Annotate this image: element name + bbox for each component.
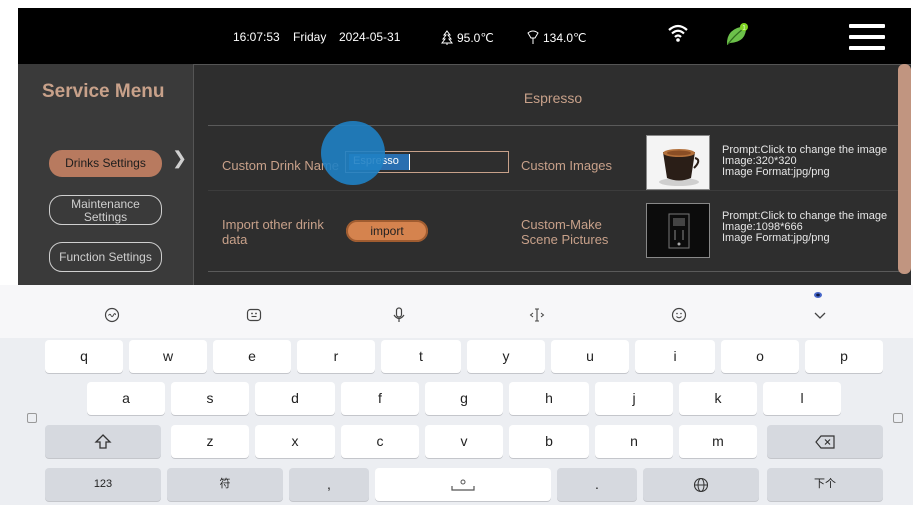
key-p[interactable]: p xyxy=(805,340,883,373)
service-sidebar: Service Menu Drinks Settings ❯ Maintenan… xyxy=(18,64,193,285)
key-n[interactable]: n xyxy=(595,425,673,458)
key-o[interactable]: o xyxy=(721,340,799,373)
hint-format: Image Format:jpg/png xyxy=(722,166,830,178)
cursor-move-icon[interactable] xyxy=(527,305,547,325)
hint-format: Image Format:jpg/png xyxy=(722,232,830,244)
key-m[interactable]: m xyxy=(679,425,757,458)
steam-temp-value: 134.0℃ xyxy=(543,31,587,45)
sidebar-item-function-settings[interactable]: Function Settings xyxy=(49,242,162,272)
shift-icon xyxy=(94,434,112,449)
key-u[interactable]: u xyxy=(551,340,629,373)
key-r[interactable]: r xyxy=(297,340,375,373)
microphone-icon[interactable] xyxy=(389,305,409,325)
screen: 16:07:53 Friday 2024-05-31 95.0℃ 134.0℃ xyxy=(0,0,913,505)
keyboard-brand-icon xyxy=(814,292,822,298)
scene-pictures-hint: Prompt:Click to change the image Image:1… xyxy=(722,211,887,244)
key-f[interactable]: f xyxy=(341,382,419,415)
backspace-key[interactable] xyxy=(767,425,883,458)
boiler-temp-icon xyxy=(441,30,453,45)
onscreen-keyboard: q w e r t y u i o p a s d f g h j k l z … xyxy=(0,285,913,505)
key-x[interactable]: x xyxy=(255,425,335,458)
key-g[interactable]: g xyxy=(425,382,503,415)
symbols-key[interactable]: 符 xyxy=(167,468,283,501)
key-j[interactable]: j xyxy=(595,382,673,415)
handwriting-icon[interactable] xyxy=(102,305,122,325)
key-z[interactable]: z xyxy=(171,425,249,458)
collapse-chevron-icon[interactable] xyxy=(810,305,830,325)
divider xyxy=(208,125,908,126)
divider xyxy=(208,271,908,272)
leaf-icon[interactable]: 1 xyxy=(724,22,750,48)
smiley-icon[interactable] xyxy=(669,305,689,325)
comma-key[interactable]: , xyxy=(289,468,369,501)
drink-settings-panel: Espresso Custom Drink Name Espresso Cust… xyxy=(193,64,911,285)
space-icon xyxy=(451,479,475,491)
key-k[interactable]: k xyxy=(679,382,757,415)
hamburger-menu-icon[interactable] xyxy=(849,24,885,52)
numbers-key[interactable]: 123 xyxy=(45,468,161,501)
key-v[interactable]: v xyxy=(425,425,503,458)
key-y[interactable]: y xyxy=(467,340,545,373)
key-q[interactable]: q xyxy=(45,340,123,373)
scene-pictures-label: Custom-Make Scene Pictures xyxy=(521,217,609,247)
language-key[interactable] xyxy=(643,468,759,501)
espresso-cup-image xyxy=(647,136,709,189)
key-w[interactable]: w xyxy=(129,340,207,373)
custom-images-hint: Prompt:Click to change the image Image:3… xyxy=(722,145,887,178)
status-date: 2024-05-31 xyxy=(339,30,401,44)
scene-machine-image xyxy=(647,204,709,257)
keyboard-toolbar xyxy=(0,285,913,338)
emoji-keyboard-icon[interactable] xyxy=(244,305,264,325)
text-caret xyxy=(409,154,410,170)
key-e[interactable]: e xyxy=(213,340,291,373)
key-b[interactable]: b xyxy=(509,425,589,458)
backspace-icon xyxy=(815,435,835,449)
key-a[interactable]: a xyxy=(87,382,165,415)
page-title: Espresso xyxy=(523,90,583,106)
import-drink-data-label: Import other drink data xyxy=(222,217,324,247)
chevron-right-icon: ❯ xyxy=(172,148,188,168)
sidebar-item-maintenance-settings[interactable]: Maintenance Settings xyxy=(49,195,162,225)
custom-images-label: Custom Images xyxy=(521,158,613,173)
status-day: Friday xyxy=(293,30,327,44)
import-button[interactable]: import xyxy=(346,220,428,242)
coffee-machine-app: 16:07:53 Friday 2024-05-31 95.0℃ 134.0℃ xyxy=(18,8,911,285)
status-time: 16:07:53 xyxy=(233,30,280,44)
key-l[interactable]: l xyxy=(763,382,841,415)
boiler-temp-value: 95.0℃ xyxy=(457,31,494,45)
key-i[interactable]: i xyxy=(635,340,715,373)
steam-temp-icon xyxy=(527,30,539,44)
key-d[interactable]: d xyxy=(255,382,335,415)
custom-image-thumbnail[interactable] xyxy=(646,135,710,190)
scrollbar[interactable] xyxy=(898,64,911,274)
key-c[interactable]: c xyxy=(341,425,419,458)
shift-key[interactable] xyxy=(45,425,161,458)
wifi-icon xyxy=(668,24,688,42)
steam-temperature: 134.0℃ xyxy=(526,30,587,46)
key-s[interactable]: s xyxy=(171,382,249,415)
period-key[interactable]: . xyxy=(557,468,637,501)
boiler-temperature: 95.0℃ xyxy=(440,30,494,46)
divider xyxy=(208,190,908,191)
globe-icon xyxy=(693,477,709,493)
touch-indicator xyxy=(321,121,385,185)
keyboard-side-handle-left[interactable] xyxy=(27,413,37,423)
enter-key[interactable]: 下个 xyxy=(767,468,883,501)
space-key[interactable] xyxy=(375,468,551,501)
sidebar-title: Service Menu xyxy=(42,81,165,102)
keyboard-side-handle-right[interactable] xyxy=(893,413,903,423)
key-h[interactable]: h xyxy=(509,382,589,415)
scene-picture-thumbnail[interactable] xyxy=(646,203,710,258)
status-bar: 16:07:53 Friday 2024-05-31 95.0℃ 134.0℃ xyxy=(18,8,911,64)
sidebar-item-drinks-settings[interactable]: Drinks Settings xyxy=(49,150,162,177)
key-t[interactable]: t xyxy=(381,340,461,373)
